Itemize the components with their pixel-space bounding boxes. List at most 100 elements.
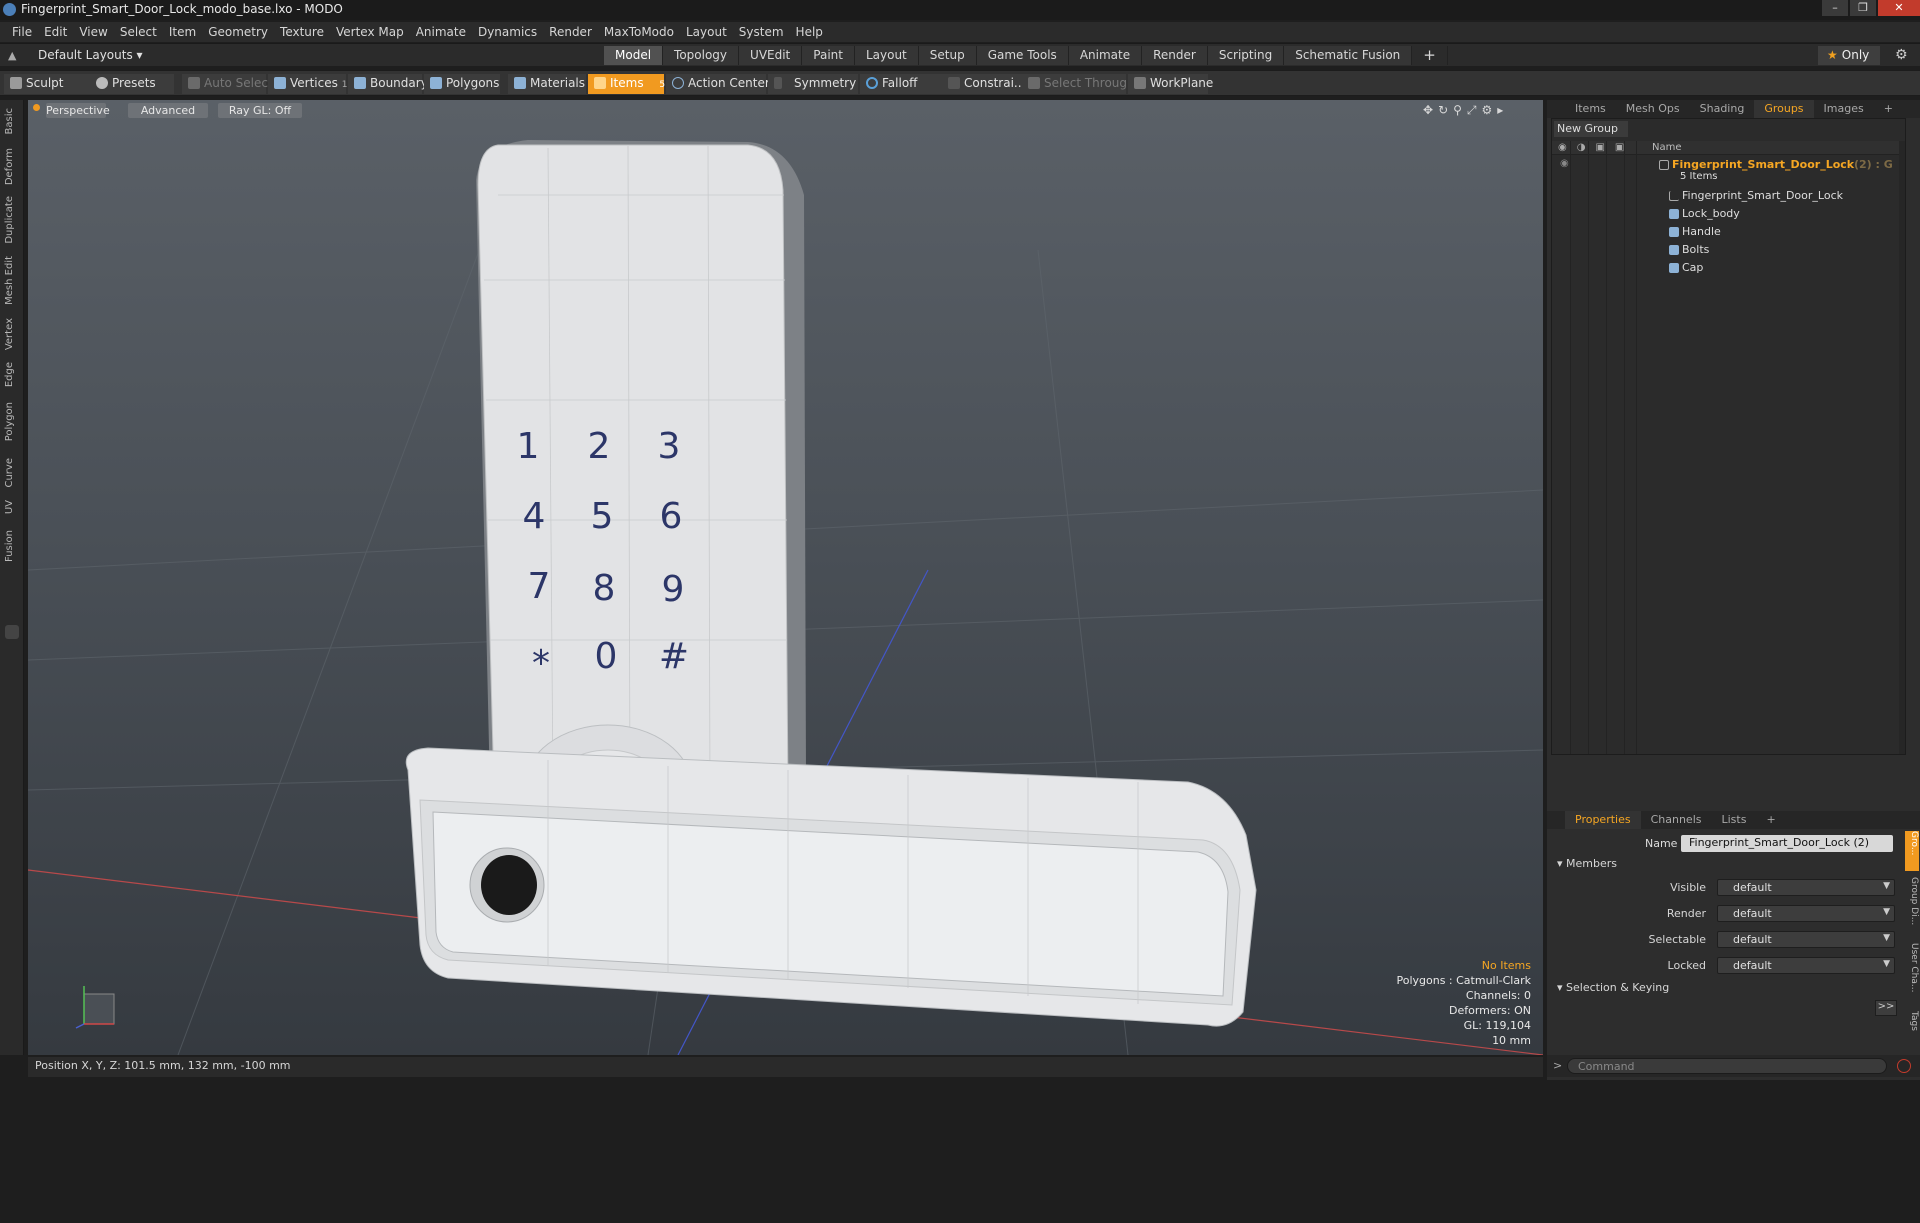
menu-select[interactable]: Select	[114, 22, 163, 42]
tab-layout[interactable]: Layout	[854, 46, 919, 65]
locked-dropdown[interactable]: default ▼	[1717, 957, 1895, 974]
selection-keying-section[interactable]: ▾ Selection & Keying	[1557, 981, 1669, 994]
name-field[interactable]: Fingerprint_Smart_Door_Lock (2)	[1681, 835, 1893, 852]
eye-icon[interactable]: ◉	[1558, 142, 1577, 153]
layout-menu-icon[interactable]: ▲	[8, 49, 16, 62]
menu-edit[interactable]: Edit	[38, 22, 73, 42]
list-item[interactable]: Fingerprint_Smart_Door_Lock	[1552, 187, 1905, 205]
tab-shading[interactable]: Shading	[1690, 100, 1755, 118]
constraints-button[interactable]: Constrai...	[942, 74, 1026, 94]
menu-texture[interactable]: Texture	[274, 22, 330, 42]
add-panel-tab-button[interactable]: +	[1874, 100, 1903, 118]
visible-dropdown[interactable]: default ▼	[1717, 879, 1895, 896]
tab-vertex[interactable]: Vertex	[4, 318, 15, 350]
shading-button[interactable]: Advanced	[128, 103, 208, 118]
tab-uv[interactable]: UV	[4, 500, 15, 514]
tab-paint[interactable]: Paint	[802, 46, 855, 65]
pan-icon[interactable]: ✥	[1423, 103, 1433, 117]
items-button[interactable]: Items 5	[588, 74, 665, 94]
tab-schematic-fusion[interactable]: Schematic Fusion	[1284, 46, 1413, 65]
render-dropdown[interactable]: default ▼	[1717, 905, 1895, 922]
sculpt-button[interactable]: Sculpt	[4, 74, 90, 94]
zoom-icon[interactable]: ⚲	[1453, 103, 1462, 117]
tab-channels[interactable]: Channels	[1641, 811, 1712, 829]
falloff-button[interactable]: Falloff	[860, 74, 944, 94]
minimize-button[interactable]: –	[1822, 0, 1848, 16]
menu-system[interactable]: System	[733, 22, 790, 42]
boundary-button[interactable]: Boundary	[348, 74, 428, 94]
side-tab-user-channels[interactable]: User Cha...	[1905, 943, 1919, 992]
new-group-button[interactable]: New Group	[1554, 121, 1628, 137]
menu-file[interactable]: File	[6, 22, 38, 42]
menu-geometry[interactable]: Geometry	[202, 22, 274, 42]
polygons-button[interactable]: Polygons	[424, 74, 500, 94]
selectable-dropdown[interactable]: default ▼	[1717, 931, 1895, 948]
tab-groups[interactable]: Groups	[1754, 100, 1814, 118]
list-item[interactable]: Cap	[1552, 259, 1905, 277]
tab-polygon[interactable]: Polygon	[4, 402, 15, 441]
tab-uvedit[interactable]: UVEdit	[739, 46, 803, 65]
list-item[interactable]: Bolts	[1552, 241, 1905, 259]
action-center-button[interactable]: Action Center	[666, 74, 770, 94]
tab-model[interactable]: Model	[604, 46, 664, 65]
menu-item[interactable]: Item	[163, 22, 202, 42]
menu-view[interactable]: View	[73, 22, 113, 42]
default-layouts-dropdown[interactable]: Default Layouts ▾	[38, 48, 143, 62]
list-item[interactable]: Lock_body	[1552, 205, 1905, 223]
tab-curve[interactable]: Curve	[4, 458, 15, 488]
menu-help[interactable]: Help	[790, 22, 829, 42]
vertices-button[interactable]: Vertices 1	[268, 74, 347, 94]
tab-animate[interactable]: Animate	[1068, 46, 1143, 65]
select-through-button[interactable]: Select Through	[1022, 74, 1135, 94]
list-item[interactable]: Handle	[1552, 223, 1905, 241]
symmetry-button[interactable]: Symmetry	[768, 74, 858, 94]
menu-layout[interactable]: Layout	[680, 22, 733, 42]
tab-mesh-edit[interactable]: Mesh Edit	[4, 256, 15, 305]
side-tab-group-display[interactable]: Group Di...	[1905, 877, 1919, 925]
add-tab-button[interactable]: +	[1412, 46, 1448, 65]
record-icon[interactable]	[1897, 1059, 1911, 1073]
tab-properties[interactable]: Properties	[1565, 811, 1641, 829]
materials-button[interactable]: Materials	[508, 74, 586, 94]
3d-viewport[interactable]: 1 2 3 4 5 6 7 8 9 * 0 # Perspective Adva…	[28, 100, 1543, 1055]
side-tab-tags[interactable]: Tags	[1905, 1011, 1919, 1031]
maximize-button[interactable]: ❐	[1850, 0, 1876, 16]
menu-animate[interactable]: Animate	[410, 22, 472, 42]
menu-render[interactable]: Render	[543, 22, 598, 42]
close-button[interactable]: ✕	[1878, 0, 1920, 16]
add-properties-tab-button[interactable]: +	[1756, 811, 1785, 829]
tab-topology[interactable]: Topology	[663, 46, 740, 65]
tab-items[interactable]: Items	[1565, 100, 1616, 118]
rotate-icon[interactable]: ↻	[1438, 103, 1448, 117]
auto-select-button[interactable]: Auto Select	[182, 74, 273, 94]
gear-icon[interactable]: ⚙	[1895, 47, 1908, 63]
menu-dynamics[interactable]: Dynamics	[472, 22, 543, 42]
tab-game-tools[interactable]: Game Tools	[976, 46, 1069, 65]
tab-mesh-ops[interactable]: Mesh Ops	[1616, 100, 1690, 118]
tab-scripting[interactable]: Scripting	[1207, 46, 1285, 65]
expand-toggle[interactable]	[5, 625, 19, 639]
tab-render[interactable]: Render	[1142, 46, 1208, 65]
tab-lists[interactable]: Lists	[1712, 811, 1757, 829]
presets-button[interactable]: Presets	[90, 74, 174, 94]
perspective-button[interactable]: Perspective	[46, 103, 110, 118]
raygl-button[interactable]: Ray GL: Off	[218, 103, 302, 118]
tab-edge[interactable]: Edge	[4, 362, 15, 387]
tab-images[interactable]: Images	[1814, 100, 1874, 118]
list-scrollbar[interactable]	[1899, 141, 1905, 754]
only-toggle[interactable]: ★ Only	[1818, 46, 1880, 65]
members-section[interactable]: ▾ Members	[1557, 857, 1617, 870]
tab-fusion[interactable]: Fusion	[4, 530, 15, 562]
expand-arrow-icon[interactable]: ▸	[1497, 103, 1503, 117]
menu-vertex-map[interactable]: Vertex Map	[330, 22, 410, 42]
fit-icon[interactable]: ⤢	[1467, 103, 1477, 117]
workplane-button[interactable]: WorkPlane	[1128, 74, 1213, 94]
command-input[interactable]: Command	[1567, 1058, 1887, 1074]
visibility-eye-icon[interactable]: ◉	[1560, 158, 1569, 169]
tab-setup[interactable]: Setup	[918, 46, 977, 65]
tab-deform[interactable]: Deform	[4, 148, 15, 185]
menu-maxtomodo[interactable]: MaxToModo	[598, 22, 680, 42]
tab-basic[interactable]: Basic	[4, 108, 15, 134]
expand-more-button[interactable]: >>	[1875, 1000, 1897, 1016]
side-tab-group[interactable]: Gro...	[1905, 831, 1919, 871]
